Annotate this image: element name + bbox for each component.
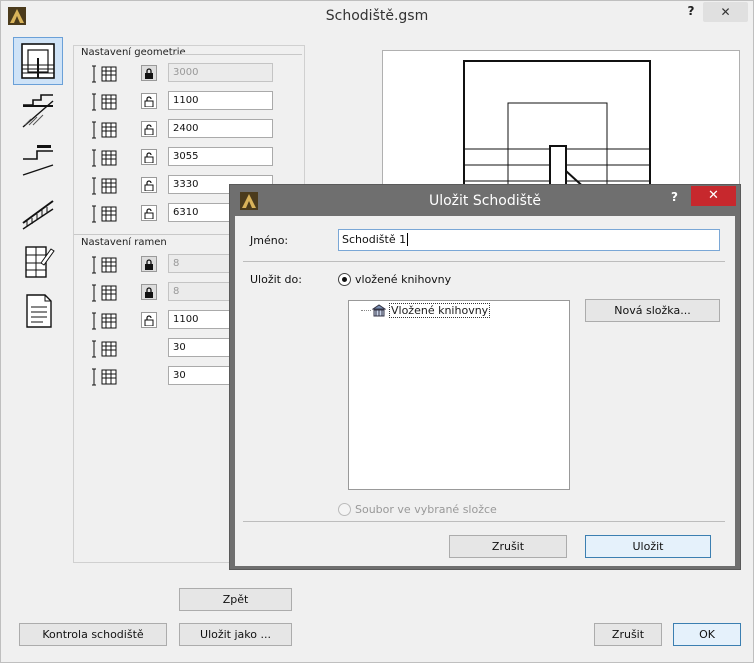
new-folder-button[interactable]: Nová složka... [585,299,720,322]
cancel-button[interactable]: Zrušit [594,623,662,646]
selected-folder-file-radio[interactable] [338,503,351,516]
stair-profile-icon [22,145,54,176]
lock-closed-icon[interactable] [141,284,157,300]
stair-check-button[interactable]: Kontrola schodiště [19,623,167,646]
tab-geometry[interactable] [13,37,63,85]
dialog-help-button[interactable]: ? [671,190,678,204]
back-button[interactable]: Zpět [179,588,292,611]
document-icon [26,294,52,328]
geometry-value-field[interactable]: 1100 [168,91,273,110]
text-caret [407,233,409,246]
tab-stair-profile[interactable] [13,137,63,185]
ok-button[interactable]: OK [673,623,741,646]
material-grid-icon [25,246,55,278]
lock-closed-icon[interactable] [141,65,157,81]
library-folder-tree[interactable]: Vložené knihovny [348,300,570,490]
lock-open-icon[interactable] [141,149,157,165]
tab-listing[interactable] [13,287,63,335]
window-close-button[interactable]: ✕ [703,2,748,22]
geometry-value-field[interactable]: 3055 [168,147,273,166]
lock-open-icon[interactable] [141,205,157,221]
library-icon [372,303,386,316]
dialog-divider [243,261,725,262]
landing-width-icon [90,119,124,141]
embedded-library-radio[interactable] [338,273,351,286]
dialog-bottom-divider [243,521,725,522]
geometry-value-field[interactable]: 2400 [168,119,273,138]
title-bar: Schodiště.gsm ? ✕ [1,1,753,31]
tab-railing[interactable] [13,187,63,235]
tread-bottom-icon [90,366,124,388]
tab-stair-section[interactable] [13,87,63,135]
overall-size-icon [90,203,124,225]
name-label: Jméno: [250,234,289,247]
name-input-value: Schodiště 1 [342,233,407,246]
group-divider [174,54,302,55]
window-title: Schodiště.gsm [325,8,429,24]
lock-open-icon[interactable] [141,93,157,109]
dialog-close-button[interactable]: ✕ [691,186,736,206]
save-to-label: Uložit do: [250,273,302,286]
rise-icon [90,63,124,85]
flight-length-icon [90,175,124,197]
stair-width-icon [90,91,124,113]
lock-open-icon[interactable] [141,177,157,193]
settings-tab-strip [13,37,65,337]
tree-node-embedded-library[interactable]: Vložené knihovny [372,303,491,318]
help-button[interactable]: ? [683,4,699,18]
geometry-group-label: Nastavení geometrie [81,47,186,58]
save-as-button[interactable]: Uložit jako ... [179,623,292,646]
steps-second-icon [90,282,124,304]
dialog-title: Uložit Schodiště [428,193,542,209]
lock-open-icon[interactable] [141,312,157,328]
dialog-cancel-button[interactable]: Zrušit [449,535,567,558]
steps-count-icon [90,254,124,276]
embedded-library-radio-label[interactable]: vložené knihovny [355,273,451,286]
flight-width-icon [90,310,124,332]
railing-icon [22,200,54,230]
geometry-value-field: 3000 [168,63,273,82]
gdl-object-settings-window: Schodiště.gsm ? ✕ Nastavení geometrie 30… [0,0,754,663]
lock-closed-icon[interactable] [141,256,157,272]
lock-open-icon[interactable] [141,121,157,137]
stair-section-icon [22,94,54,128]
total-length-icon [90,147,124,169]
dialog-save-button[interactable]: Uložit [585,535,711,558]
tread-top-icon [90,338,124,360]
selected-folder-file-radio-label[interactable]: Soubor ve vybrané složce [355,503,497,516]
tab-material[interactable] [13,237,63,285]
dialog-body: Jméno: Schodiště 1 Uložit do: vložené kn… [235,216,735,566]
flights-group-label: Nastavení ramen [81,237,167,248]
name-input[interactable]: Schodiště 1 [338,229,720,251]
save-stair-dialog: Uložit Schodiště ? ✕ Jméno: Schodiště 1 … [229,184,741,570]
tree-connector [361,310,371,311]
tree-node-label: Vložené knihovny [389,303,491,318]
stair-plan-icon [21,43,55,79]
dialog-title-bar: Uložit Schodiště ? ✕ [230,185,740,215]
